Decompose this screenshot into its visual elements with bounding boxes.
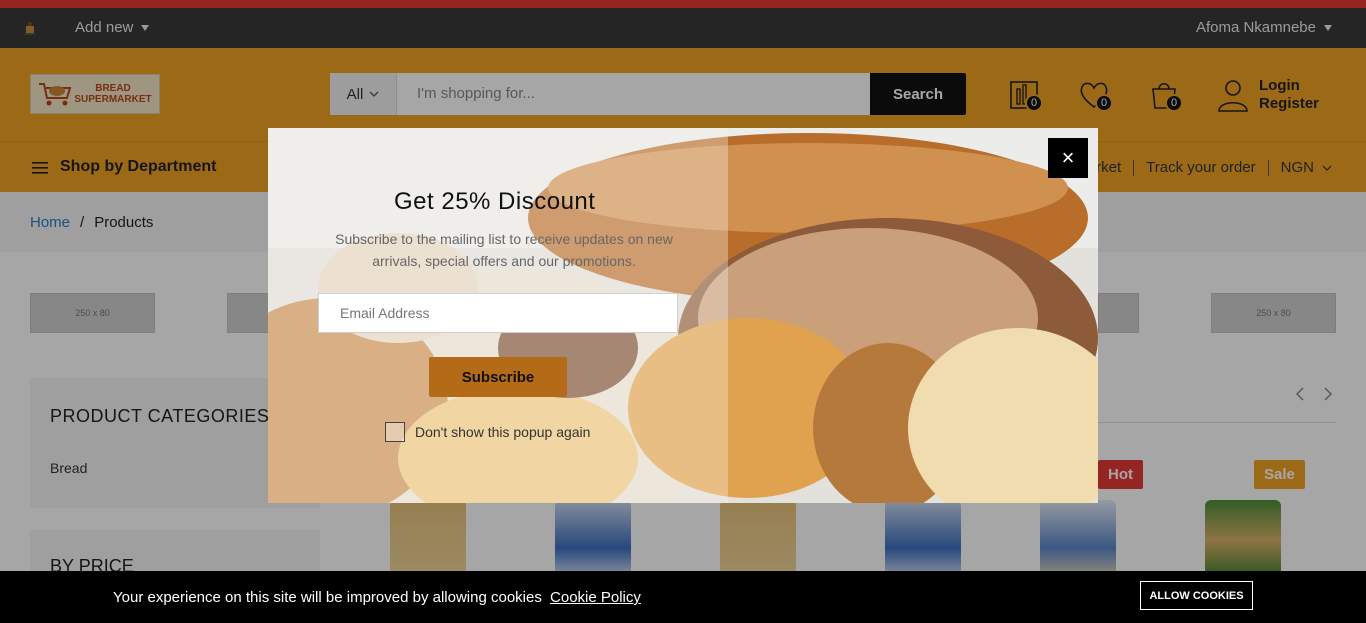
discount-popup: × Get 25% Discount Subscribe to the mail… (268, 128, 1098, 503)
subscribe-button[interactable]: Subscribe (429, 357, 567, 397)
cookie-bar: Your experience on this site will be imp… (0, 571, 1366, 623)
cookie-message: Your experience on this site will be imp… (113, 589, 641, 606)
cookie-policy-link[interactable]: Cookie Policy (550, 589, 641, 606)
cookie-text: Your experience on this site will be imp… (113, 589, 542, 606)
dont-show-checkbox[interactable] (385, 422, 405, 442)
popup-title: Get 25% Discount (394, 188, 596, 215)
email-field-wrapper (318, 293, 678, 333)
popup-description: Subscribe to the mailing list to receive… (335, 231, 673, 269)
dont-show-option[interactable]: Don't show this popup again (385, 422, 590, 442)
dont-show-label: Don't show this popup again (415, 424, 591, 440)
close-icon: × (1061, 145, 1075, 170)
allow-cookies-button[interactable]: ALLOW COOKIES (1140, 581, 1253, 610)
close-button[interactable]: × (1048, 138, 1088, 178)
email-field[interactable] (319, 294, 677, 332)
